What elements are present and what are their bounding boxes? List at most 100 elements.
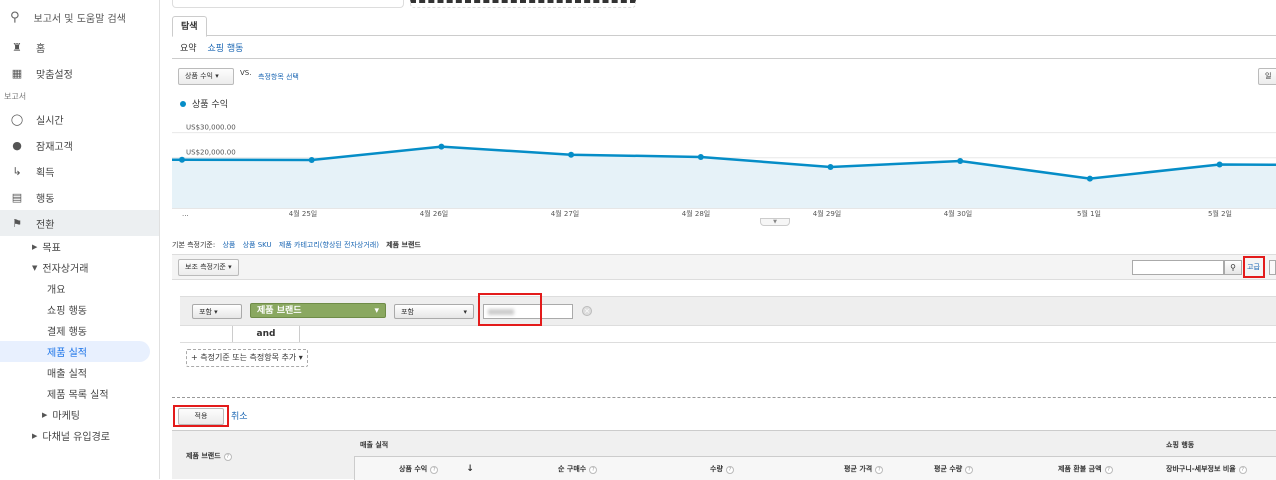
nav-behavior[interactable]: ▤ 행동 xyxy=(0,184,159,210)
caret-right-icon: ▶ xyxy=(42,410,48,419)
nav-checkout-behavior[interactable]: 결제 행동 xyxy=(0,320,159,341)
metric-dropdown[interactable]: 상품 수익 ▾ xyxy=(178,68,234,85)
col-unique-purchases[interactable]: 순 구매수? xyxy=(558,464,598,474)
y-tick-label: US$30,000.00 xyxy=(186,124,236,132)
nav-audience-label: 잠재고객 xyxy=(36,141,73,153)
include-label-1: 포함 xyxy=(199,308,212,316)
nav-custom[interactable]: ▦ 맞춤설정 xyxy=(0,60,159,86)
nav-marketing-label: 마케팅 xyxy=(52,411,80,422)
nav-home[interactable]: ♜ 홈 xyxy=(0,34,159,60)
select-metric-link[interactable]: 측정항목 선택 xyxy=(258,72,299,82)
caret-right-icon: ▶ xyxy=(32,242,38,251)
remove-filter-icon[interactable]: × xyxy=(582,306,592,316)
chevron-down-icon: ▾ xyxy=(215,72,219,80)
dimension-product-category[interactable]: 제품 카테고리(향상된 전자상거래) xyxy=(279,241,379,249)
chevron-down-icon: ▾ xyxy=(228,263,232,271)
col-revenue[interactable]: 상품 수익? ↓ xyxy=(399,464,474,474)
data-point xyxy=(697,153,704,160)
vs-label: VS. xyxy=(240,69,252,77)
add-filter-row: + 측정기준 또는 측정항목 추가 ▾ xyxy=(180,342,1276,372)
view-toggle[interactable] xyxy=(1269,260,1276,275)
cancel-link[interactable]: 취소 xyxy=(231,409,248,422)
col-product-brand-label: 제품 브랜드 xyxy=(186,452,221,460)
help-icon: ? xyxy=(875,466,884,474)
x-tick-label: ... xyxy=(182,210,189,218)
col-cart-detail-label: 장바구니-세부정보 비율 xyxy=(1166,465,1236,473)
col-product-brand[interactable]: 제품 브랜드? xyxy=(186,451,232,461)
nav-shopping-behavior[interactable]: 쇼핑 행동 xyxy=(0,299,159,320)
highlight-advanced xyxy=(1243,256,1265,278)
col-unique-purchases-label: 순 구매수 xyxy=(558,465,587,473)
chart-collapse-handle[interactable]: ▼ xyxy=(760,218,790,226)
data-point xyxy=(179,156,185,163)
col-quantity[interactable]: 수량? xyxy=(710,464,734,474)
nav-product-performance[interactable]: 제품 실적 xyxy=(0,341,150,362)
data-point xyxy=(957,157,964,164)
nav-custom-label: 맞춤설정 xyxy=(36,69,73,81)
dimension-select[interactable]: 제품 브랜드 ▾ xyxy=(250,303,386,318)
nav-realtime[interactable]: ◯ 실시간 xyxy=(0,106,159,132)
dashed-divider xyxy=(172,397,1276,398)
dashboard-icon: ▦ xyxy=(11,66,23,80)
nav-home-label: 홈 xyxy=(36,43,46,55)
col-cart-detail[interactable]: 장바구니-세부정보 비율? xyxy=(1166,464,1247,474)
advanced-filter-panel: 포함 ▾ 제품 브랜드 ▾ 포함 ▾ × xyxy=(180,293,1276,326)
add-segment-box[interactable] xyxy=(410,0,636,8)
secondary-dimension-dropdown[interactable]: 보조 측정기준 ▾ xyxy=(178,259,239,276)
dimension-select-label: 제품 브랜드 xyxy=(257,306,302,316)
nav-behavior-label: 행동 xyxy=(36,193,55,205)
nav-overview[interactable]: 개요 xyxy=(0,278,159,299)
nav-goals[interactable]: ▶ 목표 xyxy=(0,236,159,257)
dimension-product-brand[interactable]: 제품 브랜드 xyxy=(386,241,421,249)
caret-right-icon: ▶ xyxy=(32,431,38,440)
metric-dropdown-label: 상품 수익 xyxy=(185,72,213,80)
help-icon: ? xyxy=(1104,466,1113,474)
nav-conversions[interactable]: ⚑ 전환 xyxy=(0,210,159,236)
col-avg-price[interactable]: 평균 가격? xyxy=(844,464,884,474)
highlight-apply xyxy=(173,405,229,427)
nav-multichannel[interactable]: ▶ 다채널 유입경로 xyxy=(0,425,159,446)
x-tick-label: 4월 27일 xyxy=(551,209,579,218)
clock-icon: ◯ xyxy=(10,112,24,126)
table-search-input[interactable] xyxy=(1132,260,1224,275)
nav-conversions-label: 전환 xyxy=(36,219,55,231)
nav-acquisition[interactable]: ↳ 획득 xyxy=(0,158,159,184)
nav-audience[interactable]: ● 잠재고객 xyxy=(0,132,159,158)
divider xyxy=(172,58,1276,59)
search-icon[interactable]: ⚲ xyxy=(1224,260,1242,275)
x-tick-label: 4월 28일 xyxy=(682,209,710,218)
help-icon: ? xyxy=(725,466,734,474)
reports-section-label: 보고서 xyxy=(4,91,27,101)
dimension-product[interactable]: 상품 xyxy=(222,241,235,249)
day-button[interactable]: 일 xyxy=(1258,68,1276,85)
nav-ecommerce-label: 전자상거래 xyxy=(42,264,89,275)
chevron-down-icon: ▾ xyxy=(463,308,467,316)
col-refund[interactable]: 제품 환불 금액? xyxy=(1058,464,1113,474)
nav-product-list-performance[interactable]: 제품 목록 실적 xyxy=(0,383,159,404)
nav-marketing[interactable]: ▶ 마케팅 xyxy=(0,404,159,425)
col-avg-qty-label: 평균 수량 xyxy=(934,465,963,473)
legend-label: 상품 수익 xyxy=(192,100,228,110)
tab-explorer[interactable]: 탐색 xyxy=(172,16,207,37)
dimension-product-sku[interactable]: 상품 SKU xyxy=(243,241,272,249)
include-dropdown-1[interactable]: 포함 ▾ xyxy=(192,304,242,319)
report-search[interactable]: ⚲ 보고서 및 도움말 검색 xyxy=(0,0,159,34)
subtab-shopping-behavior[interactable]: 쇼핑 행동 xyxy=(207,44,243,54)
add-dimension-label: + 측정기준 또는 측정항목 추가 xyxy=(191,353,297,362)
secondary-dimension-label: 보조 측정기준 xyxy=(185,263,226,271)
x-tick-label: 4월 29일 xyxy=(813,209,841,218)
col-avg-qty[interactable]: 평균 수량? xyxy=(934,464,974,474)
flag-icon: ⚑ xyxy=(12,216,22,230)
segment-box[interactable] xyxy=(172,0,404,8)
col-refund-label: 제품 환불 금액 xyxy=(1058,465,1102,473)
x-tick-label: 5월 2일 xyxy=(1208,209,1232,218)
add-dimension-button[interactable]: + 측정기준 또는 측정항목 추가 ▾ xyxy=(186,349,308,367)
nav-ecommerce[interactable]: ▼ 전자상거래 xyxy=(0,257,159,278)
metrics-header-row xyxy=(354,456,1276,480)
include-dropdown-2[interactable]: 포함 ▾ xyxy=(394,304,474,319)
data-point xyxy=(1086,175,1093,182)
subtab-summary[interactable]: 요약 xyxy=(180,44,197,54)
nav-sales-performance[interactable]: 매출 실적 xyxy=(0,362,159,383)
sidebar: ⚲ 보고서 및 도움말 검색 ♜ 홈 ▦ 맞춤설정 보고서 ◯ 실시간 ● 잠재고객 ↳… xyxy=(0,0,160,479)
chart-legend: 상품 수익 xyxy=(180,97,228,110)
